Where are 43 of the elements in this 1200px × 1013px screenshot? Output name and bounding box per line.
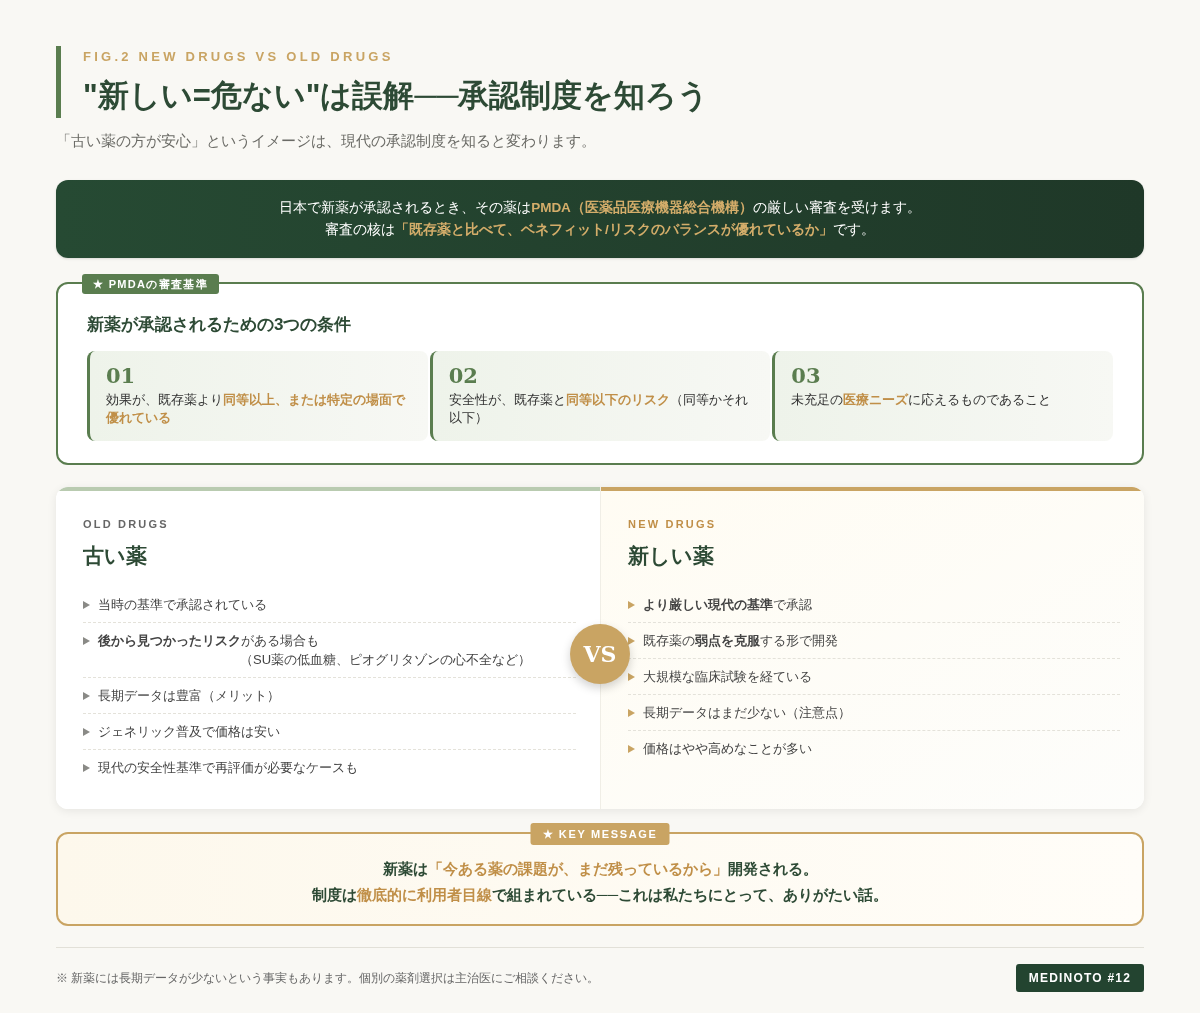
subtitle: 「古い薬の方が安心」というイメージは、現代の承認制度を知ると変わります。 (56, 131, 597, 151)
criteria-heading: 新薬が承認されるための3つの条件 (87, 314, 353, 336)
condition-text: 安全性が、既存薬と同等以下のリスク（同等かそれ以下） (448, 391, 749, 427)
list-item-text: 大規模な臨床試験を経ている (643, 668, 812, 686)
column-label: NEW DRUGS (628, 517, 718, 531)
page-title: "新しい=危ない"は誤解──承認制度を知ろう (83, 77, 711, 115)
condition-number: 03 (791, 362, 822, 390)
condition-text: 未充足の医療ニーズに応えるものであること (791, 391, 1053, 409)
list-item-text: 当時の基準で承認されている (98, 596, 267, 614)
banner-text: 日本で新薬が承認されるとき、その薬はPMDA（医薬品医療機器総合機構）の厳しい審査を受けます。 (278, 199, 922, 217)
list-item-text: 価格はやや高めなことが多い (643, 740, 812, 758)
bullet-icon (628, 672, 635, 681)
bullet-icon (83, 600, 90, 609)
bullet-icon (83, 763, 90, 772)
bullet-icon (628, 636, 635, 645)
criteria-badge: ★ PMDAの審査基準 (82, 274, 219, 294)
banner-text: 審査の核は「既存薬と比べて、ベネフィット/リスクのバランスが優れているか」です。 (324, 221, 876, 239)
list-item-text: 長期データは豊富（メリット） (98, 687, 280, 705)
bullet-icon (83, 636, 90, 645)
column-label: OLD DRUGS (83, 517, 170, 531)
list-item-text: より厳しい現代の基準で承認 (643, 596, 812, 614)
column-title: 新しい薬 (628, 543, 715, 569)
bullet-icon (83, 727, 90, 736)
bullet-icon (628, 708, 635, 717)
list-item-text: 後から見つかったリスクがある場合も (98, 632, 319, 650)
list-item-text: ジェネリック普及で価格は安い (98, 723, 280, 741)
bullet-icon (628, 600, 635, 609)
bullet-icon (628, 744, 635, 753)
column-title: 古い薬 (83, 543, 148, 569)
condition-number: 02 (448, 362, 479, 390)
condition-text: 効果が、既存薬より同等以上、または特定の場面で優れている (106, 391, 407, 427)
list-item-text: 現代の安全性基準で再評価が必要なケースも (98, 759, 358, 777)
footer-note: ※ 新薬には長期データが少ないという事実もあります。個別の薬剤選択は主治医にご相談ください。 (56, 970, 600, 987)
bullet-icon (83, 691, 90, 700)
list-item-text: 長期データはまだ少ない（注意点） (643, 704, 851, 722)
key-message-text: 新薬は「今ある薬の課題が、まだ残っているから」開発される。 (381, 859, 819, 879)
key-message-text: 制度は徹底的に利用者目線で組まれている──これは私たちにとって、ありがたい話。 (310, 885, 890, 905)
key-message-badge: ★ KEY MESSAGE (530, 823, 670, 845)
series-tag: MEDINOTO #12 (1015, 964, 1144, 992)
figure-label: FIG.2 NEW DRUGS VS OLD DRUGS (83, 48, 395, 66)
condition-number: 01 (106, 362, 137, 390)
list-item-note: （SU薬の低血糖、ピオグリタゾンの心不全など） (240, 651, 533, 669)
list-item-text: 既存薬の弱点を克服する形で開発 (643, 632, 838, 650)
